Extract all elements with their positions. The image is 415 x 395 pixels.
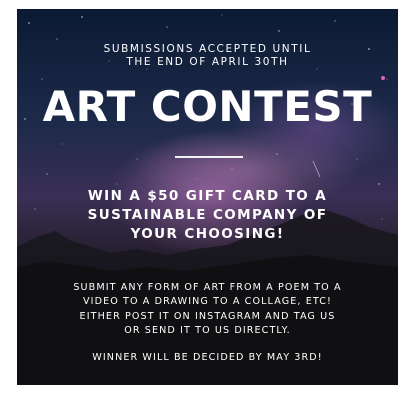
submissions-line-2: THE END OF APRIL 30TH [126, 56, 289, 68]
page-title: ART CONTEST [42, 82, 373, 131]
title-divider [175, 156, 243, 158]
art-contest-poster: SUBMISSIONS ACCEPTED UNTIL THE END OF AP… [17, 9, 398, 385]
winner-line: WINNER WILL BE DECIDED BY MAY 3RD! [92, 352, 323, 363]
submissions-line-1: SUBMISSIONS ACCEPTED UNTIL [103, 43, 312, 55]
details-line-3: EITHER POST IT ON INSTAGRAM AND TAG US [79, 311, 336, 322]
details-line-4: OR SEND IT TO US DIRECTLY. [124, 325, 291, 336]
prize-line-2: SUSTAINABLE COMPANY OF [87, 207, 328, 223]
prize-line-1: WIN A $50 GIFT CARD TO A [87, 188, 328, 204]
details-line-1: SUBMIT ANY FORM OF ART FROM A POEM TO A [73, 282, 342, 293]
details-line-2: VIDEO TO A DRAWING TO A COLLAGE, ETC! [82, 296, 333, 307]
prize-line-3: YOUR CHOOSING! [130, 226, 285, 242]
